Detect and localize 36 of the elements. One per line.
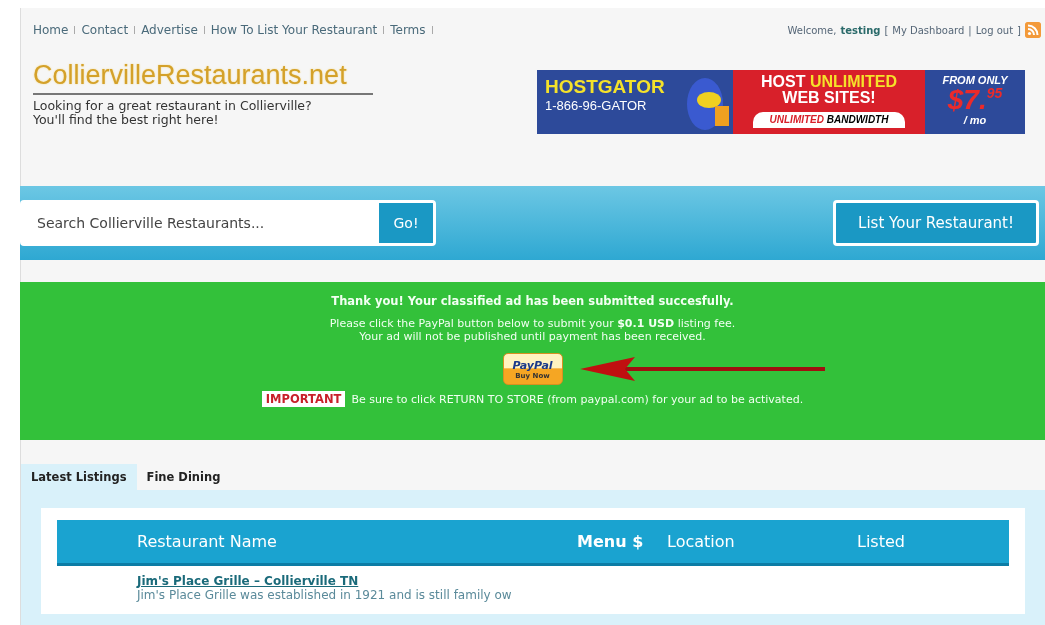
ad-headline: WEB SITES! bbox=[781, 90, 877, 106]
nav-link[interactable]: Advertise bbox=[141, 23, 198, 37]
bracket: [ bbox=[884, 24, 889, 36]
bracket: ] bbox=[1017, 24, 1021, 36]
listing-description: Jim's Place Grille was established in 1921 and is still family ow bbox=[137, 588, 513, 602]
go-button[interactable]: Go! bbox=[379, 203, 433, 243]
welcome-text: Welcome, bbox=[787, 24, 837, 36]
user-link[interactable]: Log out bbox=[975, 24, 1014, 36]
user-link[interactable]: My Dashboard bbox=[892, 24, 965, 36]
column-header: Menu $ bbox=[577, 532, 645, 551]
nav-link[interactable]: Terms bbox=[390, 23, 426, 37]
tab[interactable]: Latest Listings bbox=[21, 464, 137, 490]
important-text: Be sure to click RETURN TO STORE (from paypal.com) for your ad to be activated. bbox=[351, 392, 804, 406]
link-separator: | bbox=[968, 24, 972, 36]
notice-text: Please click the PayPal button below to submit your $0.1 USD listing fee. Your ad will not be published until payment has been received. bbox=[328, 318, 737, 344]
important-tag: IMPORTANT bbox=[261, 391, 346, 408]
nav-link[interactable]: How To List Your Restaurant bbox=[210, 23, 378, 37]
ad-from-text: FROM ONLY bbox=[941, 74, 1009, 86]
ad-phone: 1-866-96-GATOR bbox=[545, 98, 648, 113]
ad-brand: HOSTGATOR bbox=[545, 76, 666, 98]
username: testing bbox=[840, 24, 881, 36]
tab[interactable]: Fine Dining bbox=[136, 464, 231, 490]
column-header: Location bbox=[667, 532, 736, 551]
rss-icon[interactable] bbox=[1025, 22, 1041, 38]
nav-link[interactable]: Contact bbox=[81, 23, 129, 37]
list-restaurant-button[interactable]: List Your Restaurant! bbox=[833, 200, 1039, 246]
ad-per-month: / mo bbox=[962, 114, 988, 126]
notice-title: Thank you! Your classified ad has been submitted succesfully. bbox=[330, 294, 735, 308]
search-field[interactable]: Search Collierville Restaurants... Go! bbox=[20, 200, 436, 246]
nav-link[interactable]: Home bbox=[33, 23, 69, 37]
ad-subline: UNLIMITED BANDWIDTH bbox=[753, 112, 905, 128]
column-header: Listed bbox=[857, 532, 906, 551]
tagline: Looking for a great restaurant in Collierville? You'll find the best right here! bbox=[33, 99, 313, 128]
listing-title-link[interactable]: Jim's Place Grille – Collierville TN bbox=[137, 574, 1009, 588]
ad-headline: HOST UNLIMITED bbox=[760, 74, 898, 90]
column-header: Restaurant Name bbox=[137, 532, 278, 551]
